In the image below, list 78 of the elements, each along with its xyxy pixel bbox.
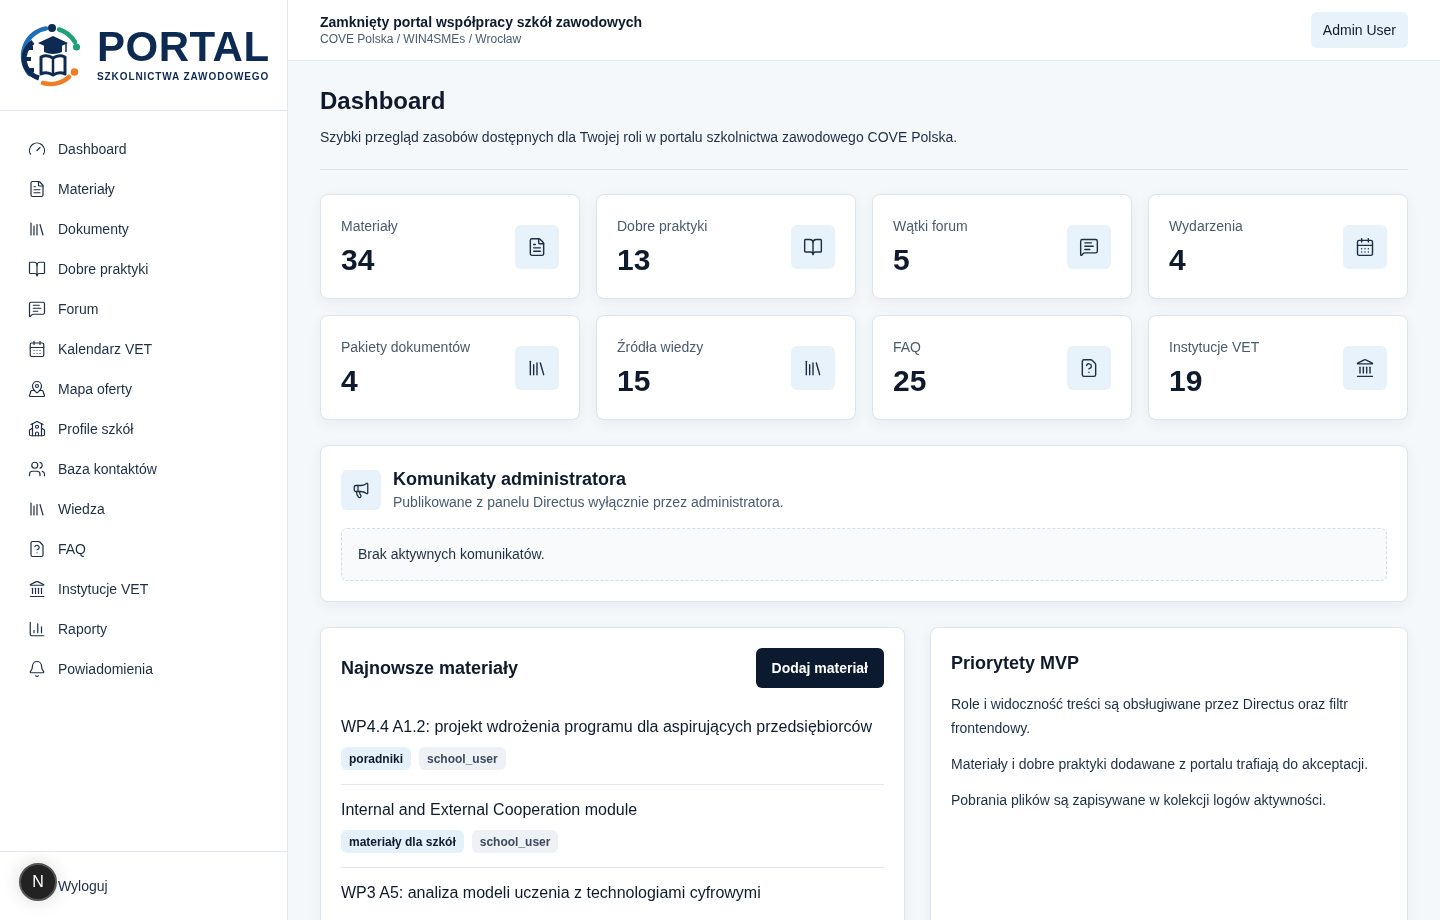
sidebar-item[interactable]: Profile szkół [0, 409, 287, 449]
stat-value: 15 [617, 362, 652, 399]
stat-value: 5 [893, 241, 911, 278]
user-menu-button[interactable]: Admin User [1310, 12, 1408, 48]
section-title: Priorytety MVP [951, 652, 1081, 675]
sidebar-item[interactable]: Wiedza [0, 489, 287, 529]
sidebar-item[interactable]: Dashboard [0, 129, 287, 169]
role-tag: school_user [419, 747, 506, 770]
open-book-icon [791, 224, 835, 269]
stat-value: 13 [617, 241, 652, 278]
stat-label: Źródła wiedzy [617, 337, 704, 357]
library-icon [28, 220, 46, 238]
users-icon [28, 460, 46, 478]
sidebar-item[interactable]: Raporty [0, 609, 287, 649]
empty-announcements-box: Brak aktywnych komunikatów. [341, 528, 1387, 581]
question-file-icon [28, 540, 46, 558]
megaphone-icon [341, 470, 381, 510]
role-tag: school_user [471, 830, 559, 853]
bell-icon [28, 660, 46, 678]
stat-label: Instytucje VET [1169, 337, 1260, 357]
document-icon [515, 224, 559, 269]
chat-icon [28, 300, 46, 318]
sidebar-item[interactable]: Instytucje VET [0, 569, 287, 609]
priority-text: Role i widoczność treści są obsługiwane przez Directus oraz filtr frontendowy. [951, 695, 1349, 738]
bank-building-icon [1343, 345, 1387, 390]
sidebar-item[interactable]: Baza kontaktów [0, 449, 287, 489]
sidebar-item[interactable]: Materiały [0, 169, 287, 209]
question-file-icon [1067, 345, 1111, 390]
open-book-icon [28, 260, 46, 278]
add-material-button[interactable]: Dodaj materiał [755, 648, 884, 688]
sidebar-item[interactable]: Dokumenty [0, 209, 287, 249]
priority-text: Materiały i dobre praktyki dodawane z portalu trafiają do akceptacji. [951, 755, 1370, 774]
chat-icon [1067, 224, 1111, 269]
bar-chart-icon [28, 620, 46, 638]
sidebar-item[interactable]: Dobre praktyki [0, 249, 287, 289]
logo-subtitle: SZKOLNICTWA ZAWODOWEGO [97, 71, 270, 83]
stat-value: 4 [1169, 241, 1187, 278]
stat-value: 4 [341, 362, 359, 399]
announcements-subtitle: Publikowane z panelu Directus wyłącznie przez administratora. [393, 493, 784, 512]
library-icon [28, 500, 46, 518]
sidebar-item[interactable]: FAQ [0, 529, 287, 569]
material-title-link[interactable]: WP3 A5: analiza modeli uczenia z technologiami cyfrowymi [341, 882, 884, 904]
library-icon [515, 345, 559, 390]
stat-label: Wydarzenia [1169, 216, 1243, 236]
stat-value: 19 [1169, 362, 1204, 399]
announcements-title: Komunikaty administratora [393, 468, 628, 491]
category-tag: poradniki [341, 747, 411, 770]
gauge-icon [28, 140, 46, 158]
school-icon [28, 420, 46, 438]
calendar-icon [28, 340, 46, 358]
calendar-icon [1343, 224, 1387, 269]
priority-text: Pobrania plików są zapisywane w kolekcji logów aktywności. [951, 791, 1328, 810]
material-title-link[interactable]: Internal and External Cooperation module [341, 799, 884, 821]
library-icon [791, 345, 835, 390]
logo-title: PORTAL [97, 27, 270, 67]
stat-label: FAQ [893, 337, 922, 357]
page-title: Dashboard [320, 86, 447, 116]
sidebar-item[interactable]: Kalendarz VET [0, 329, 287, 369]
stat-label: Dobre praktyki [617, 216, 708, 236]
page-description: Szybki przegląd zasobów dostępnych dla Twojej roli w portalu szkolnictwa zawodowego COVE Polska. [320, 128, 959, 147]
portal-title: Zamknięty portal współpracy szkół zawodowych [320, 13, 643, 31]
section-title: Najnowsze materiały [341, 657, 519, 680]
breadcrumb: COVE Polska / WIN4SMEs / Wrocław [320, 31, 523, 47]
document-icon [28, 180, 46, 198]
sidebar-item[interactable]: Mapa oferty [0, 369, 287, 409]
logo-emblem-icon [19, 22, 83, 88]
map-pin-icon [28, 380, 46, 398]
stat-value: 34 [341, 241, 376, 278]
stat-label: Pakiety dokumentów [341, 337, 471, 357]
sidebar-item[interactable]: Powiadomienia [0, 649, 287, 689]
sidebar-item[interactable]: Forum [0, 289, 287, 329]
logout-link[interactable]: Wyloguj [58, 875, 108, 897]
material-title-link[interactable]: WP4.4 A1.2: projekt wdrożenia programu dla aspirujących przedsiębiorców [341, 716, 884, 738]
stat-label: Wątki forum [893, 216, 968, 236]
stat-value: 25 [893, 362, 927, 399]
bank-building-icon [28, 580, 46, 598]
category-tag: materiały dla szkół [341, 830, 464, 853]
stat-label: Materiały [341, 216, 398, 236]
